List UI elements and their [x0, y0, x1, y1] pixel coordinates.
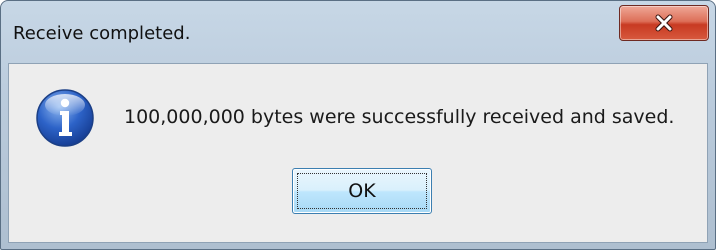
info-icon: [35, 88, 95, 148]
window-title: Receive completed.: [13, 23, 191, 44]
ok-button[interactable]: OK: [292, 168, 432, 214]
dialog-body: 100,000,000 bytes were successfully rece…: [8, 63, 708, 243]
close-icon: [653, 14, 675, 32]
message-dialog: Receive completed. 100,000,000 bytes wer…: [0, 0, 716, 250]
ok-button-label: OK: [348, 180, 376, 202]
close-button[interactable]: [619, 5, 709, 41]
dialog-message: 100,000,000 bytes were successfully rece…: [124, 106, 675, 128]
title-bar[interactable]: Receive completed.: [1, 1, 715, 63]
